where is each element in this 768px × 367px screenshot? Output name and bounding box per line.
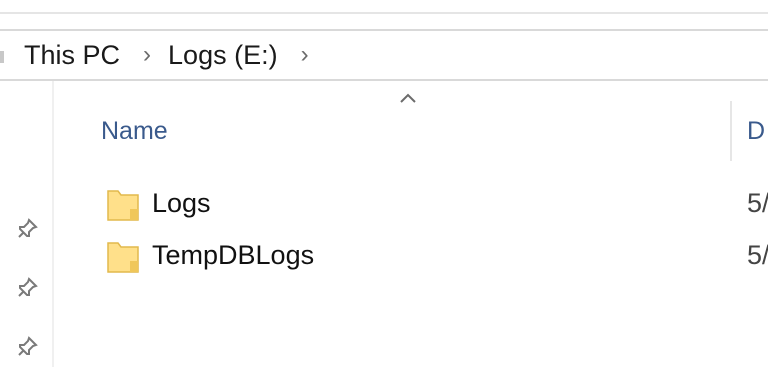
file-date: 5/ <box>747 188 768 218</box>
column-divider[interactable] <box>730 101 732 161</box>
file-date: 5/ <box>747 240 768 270</box>
breadcrumb-logs-drive[interactable]: Logs (E:) <box>168 40 278 71</box>
address-bar[interactable]: This PC › Logs (E:) › <box>0 29 768 81</box>
chevron-right-icon[interactable]: › <box>294 41 316 69</box>
folder-icon <box>107 242 139 273</box>
window-top-border <box>0 12 768 14</box>
chevron-right-icon[interactable]: › <box>136 41 158 69</box>
list-item[interactable]: TempDBLogs 5/ <box>54 231 768 279</box>
pin-icon[interactable] <box>14 217 40 243</box>
address-bar-back-edge <box>0 51 4 63</box>
column-header-name[interactable]: Name <box>101 117 168 146</box>
breadcrumb-this-pc[interactable]: This PC <box>24 40 120 71</box>
navigation-pane <box>0 81 54 367</box>
column-header-date[interactable]: D <box>747 117 765 146</box>
folder-icon <box>107 190 139 221</box>
file-name: TempDBLogs <box>152 240 315 270</box>
file-list: Name D Logs 5/ TempDBLogs 5/ <box>54 81 768 367</box>
list-item[interactable]: Logs 5/ <box>54 179 768 227</box>
pin-icon[interactable] <box>14 276 40 302</box>
file-name: Logs <box>152 188 211 218</box>
pin-icon[interactable] <box>14 335 40 361</box>
sort-ascending-icon <box>400 93 416 103</box>
